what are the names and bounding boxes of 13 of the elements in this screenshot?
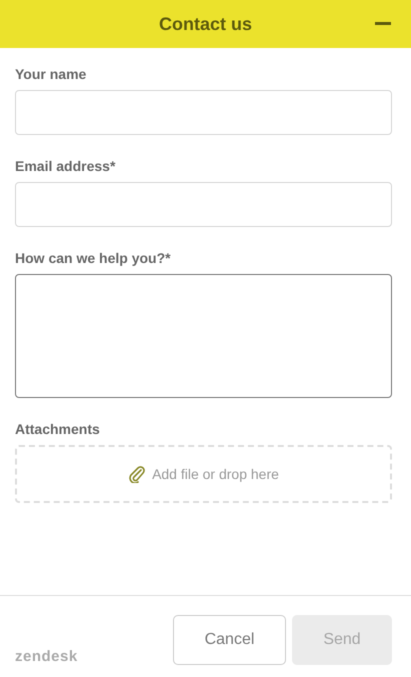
window-title: Contact us (158, 14, 252, 34)
input-field[interactable] (15, 182, 392, 227)
paperclip-icon (128, 465, 146, 483)
field-label: Email address* (15, 157, 116, 175)
field-label: Attachments (15, 420, 101, 438)
input-field[interactable] (15, 90, 392, 135)
field-label: How can we help you?* (15, 249, 172, 267)
message-field[interactable] (15, 274, 392, 398)
file-drop-zone[interactable]: Add file or drop here (15, 445, 392, 503)
field-label: Your name (15, 65, 88, 83)
brand-logo: zendesk (15, 648, 78, 665)
minimize-icon[interactable] (375, 22, 391, 26)
footer-button[interactable]: Cancel (173, 615, 286, 665)
